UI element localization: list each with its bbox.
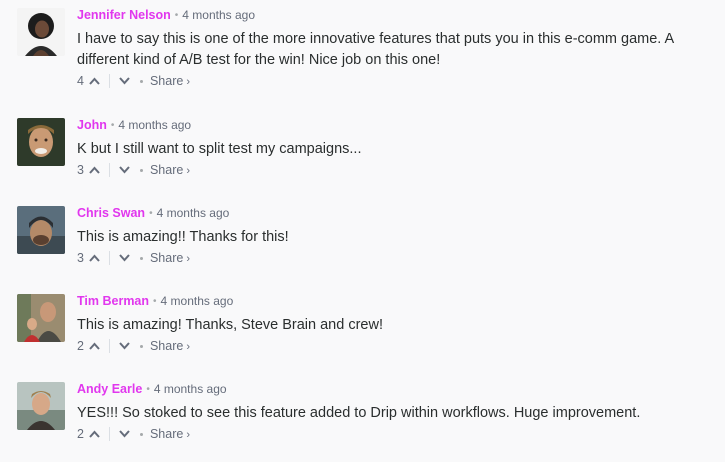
upvote-count: 3 (77, 163, 84, 177)
chevron-right-icon: › (186, 428, 190, 441)
timestamp[interactable]: 4 months ago (118, 118, 191, 132)
chevron-right-icon: › (186, 252, 190, 265)
footer-dot (139, 168, 143, 172)
vote-divider (108, 339, 110, 353)
separator: • (174, 10, 179, 21)
share-button[interactable]: Share › (150, 338, 190, 355)
footer-dot (139, 79, 143, 83)
separator: • (153, 296, 157, 307)
author-name[interactable]: Andy Earle (77, 382, 142, 396)
upvote-count: 2 (77, 427, 84, 441)
chevron-down-icon (119, 430, 131, 438)
author-name[interactable]: Chris Swan (77, 206, 145, 220)
share-button[interactable]: Share › (150, 73, 190, 90)
timestamp[interactable]: 4 months ago (161, 294, 234, 308)
share-label: Share (149, 250, 184, 265)
separator: • (146, 384, 150, 395)
chevron-down-icon (119, 254, 131, 262)
chevron-down-icon (119, 166, 131, 174)
vote-divider (108, 251, 110, 265)
upvote-button[interactable] (88, 339, 102, 353)
chevron-up-icon (89, 77, 101, 85)
upvote-count: 4 (77, 74, 84, 88)
chevron-down-icon (119, 342, 131, 350)
downvote-button[interactable] (118, 74, 132, 88)
downvote-button[interactable] (118, 339, 132, 353)
comment-text: YES!!! So stoked to see this feature add… (77, 405, 641, 421)
downvote-button[interactable] (118, 163, 132, 177)
author-name[interactable]: John (77, 118, 107, 132)
comment-text: K but I still want to split test my camp… (77, 141, 362, 157)
avatar[interactable] (17, 8, 65, 56)
vote-divider (108, 74, 110, 88)
vote-divider (108, 163, 110, 177)
separator: • (149, 208, 153, 219)
separator: • (110, 120, 115, 131)
share-label: Share (149, 426, 184, 441)
comment: John • 4 months ago K but I still want to … (17, 118, 717, 198)
timestamp[interactable]: 4 months ago (154, 382, 227, 396)
comment: Jennifer Nelson • 4 months ago I have to s… (17, 8, 717, 88)
author-name[interactable]: Jennifer Nelson (77, 8, 171, 22)
footer-dot (139, 256, 143, 260)
footer-dot (139, 344, 143, 348)
chevron-up-icon (89, 254, 101, 262)
avatar[interactable] (17, 382, 65, 430)
vote-divider (108, 427, 110, 441)
share-label: Share (149, 73, 184, 88)
footer-dot (139, 432, 143, 436)
chevron-up-icon (89, 342, 101, 350)
comment-text: This is amazing! Thanks, Steve Brain and… (77, 317, 383, 333)
chevron-up-icon (89, 166, 101, 174)
upvote-button[interactable] (88, 74, 102, 88)
downvote-button[interactable] (118, 427, 132, 441)
upvote-button[interactable] (88, 427, 102, 441)
upvote-button[interactable] (88, 251, 102, 265)
comment: Tim Berman • 4 months ago This is amazing!… (17, 294, 717, 374)
chevron-right-icon: › (186, 75, 190, 88)
share-button[interactable]: Share › (150, 250, 190, 267)
comment: Andy Earle • 4 months ago YES!!! So stoked… (17, 382, 717, 462)
timestamp[interactable]: 4 months ago (157, 206, 230, 220)
avatar[interactable] (17, 206, 65, 254)
avatar[interactable] (17, 118, 65, 166)
chevron-right-icon: › (186, 340, 190, 353)
comment: Chris Swan • 4 months ago This is amazing!… (17, 206, 717, 286)
downvote-button[interactable] (118, 251, 132, 265)
author-name[interactable]: Tim Berman (77, 294, 149, 308)
avatar[interactable] (17, 294, 65, 342)
share-label: Share (149, 338, 184, 353)
share-button[interactable]: Share › (150, 162, 190, 179)
chevron-up-icon (89, 430, 101, 438)
comment-text: I have to say this is one of the more in… (77, 31, 674, 68)
share-button[interactable]: Share › (150, 426, 190, 443)
chevron-right-icon: › (186, 164, 190, 177)
share-label: Share (149, 162, 184, 177)
timestamp[interactable]: 4 months ago (182, 8, 255, 22)
upvote-count: 3 (77, 251, 84, 265)
chevron-down-icon (119, 77, 131, 85)
upvote-count: 2 (77, 339, 84, 353)
comment-text: This is amazing!! Thanks for this! (77, 229, 289, 245)
upvote-button[interactable] (88, 163, 102, 177)
